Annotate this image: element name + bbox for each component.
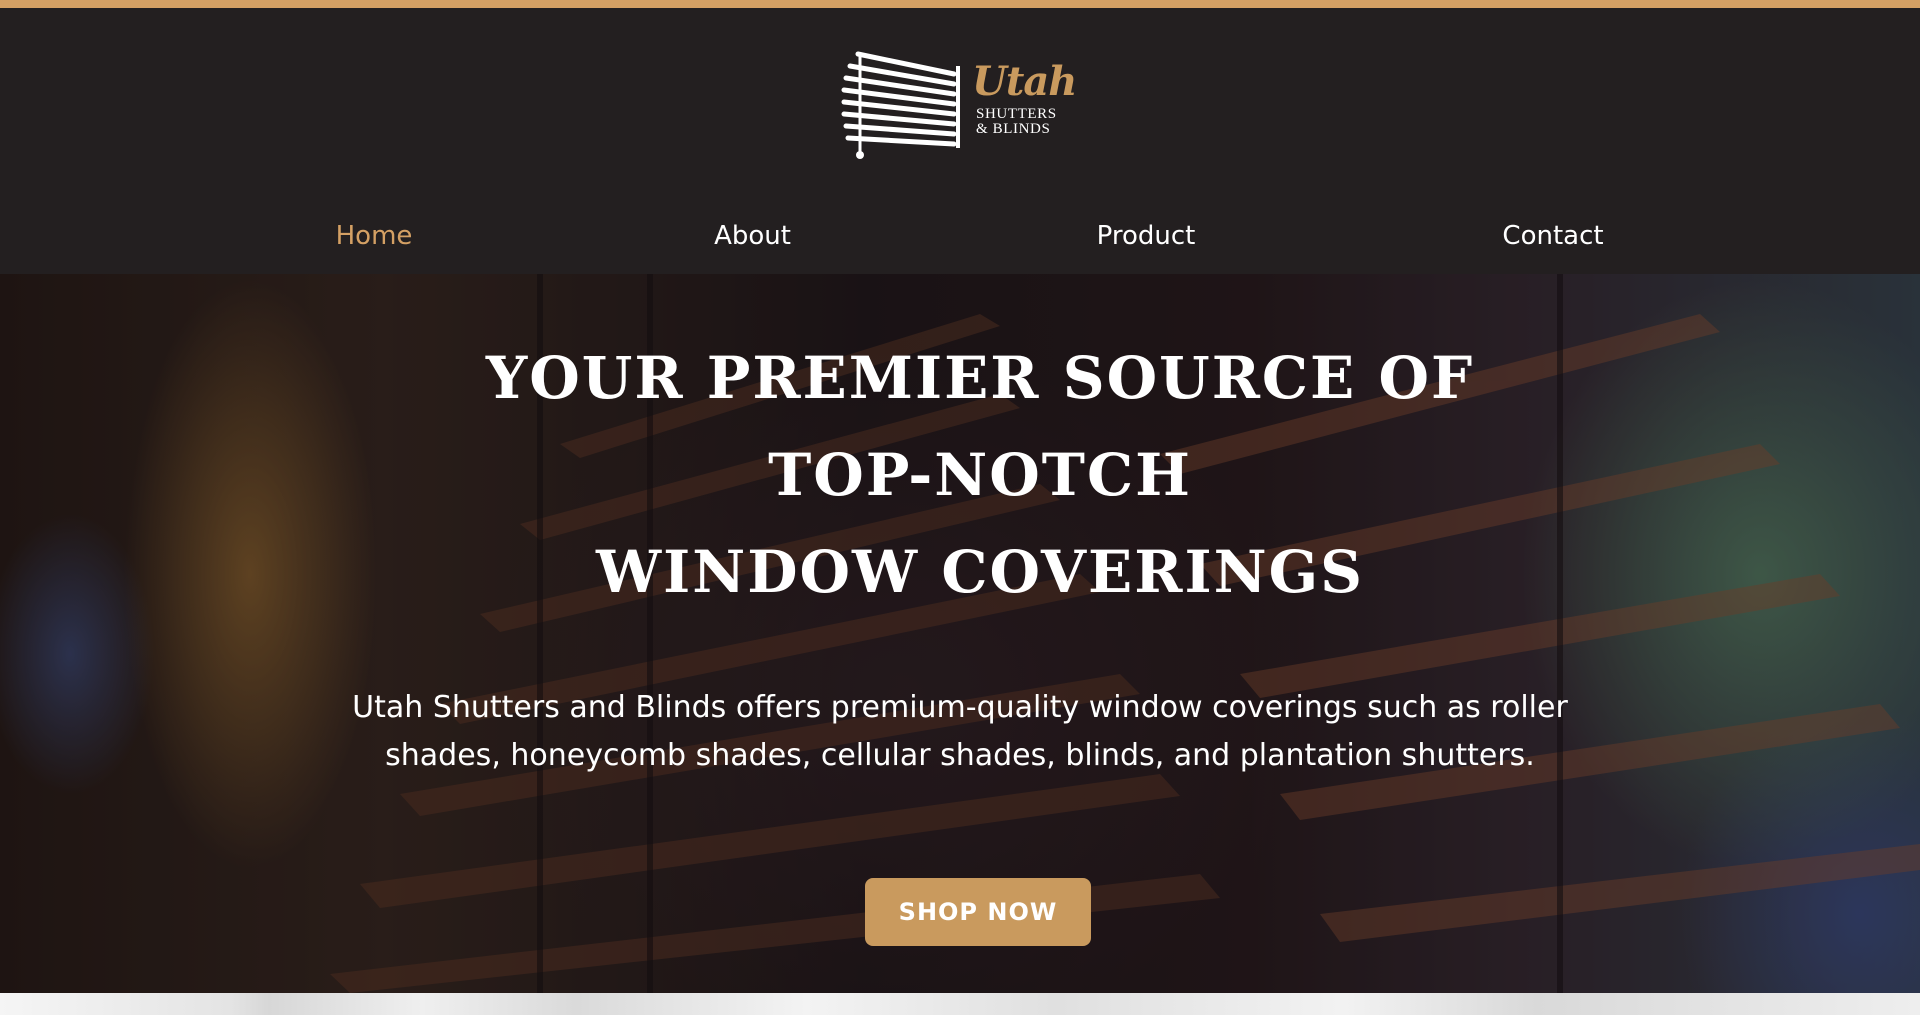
- hero-title-line: YOUR PREMIER SOURCE OF: [485, 344, 1475, 412]
- site-logo[interactable]: Utah SHUTTERS & BLINDS: [836, 44, 1086, 162]
- hero-description: Utah Shutters and Blinds offers premium-…: [352, 690, 1568, 773]
- next-section-preview: [0, 993, 1920, 1015]
- nav-home[interactable]: Home: [304, 212, 444, 260]
- logo-wordmark-script: Utah: [972, 58, 1077, 105]
- logo-wordmark-line1: SHUTTERS: [976, 106, 1057, 122]
- hero-section: YOUR PREMIER SOURCE OF TOP-NOTCH WINDOW …: [0, 274, 1920, 993]
- nav-product[interactable]: Product: [1076, 212, 1216, 260]
- hero-title: YOUR PREMIER SOURCE OF TOP-NOTCH WINDOW …: [260, 330, 1700, 621]
- hero-title-line: WINDOW COVERINGS: [595, 538, 1365, 606]
- main-nav: Home About Product Contact: [0, 212, 1920, 260]
- top-accent-bar: [0, 0, 1920, 8]
- nav-contact[interactable]: Contact: [1478, 212, 1628, 260]
- logo-wordmark-line2: & BLINDS: [976, 121, 1051, 137]
- blinds-logo-icon: [841, 51, 960, 159]
- site-header: Utah SHUTTERS & BLINDS Home About Produc…: [0, 8, 1920, 274]
- hero-title-line: TOP-NOTCH: [768, 441, 1192, 509]
- shop-now-button[interactable]: SHOP NOW: [865, 878, 1091, 946]
- nav-about[interactable]: About: [690, 212, 815, 260]
